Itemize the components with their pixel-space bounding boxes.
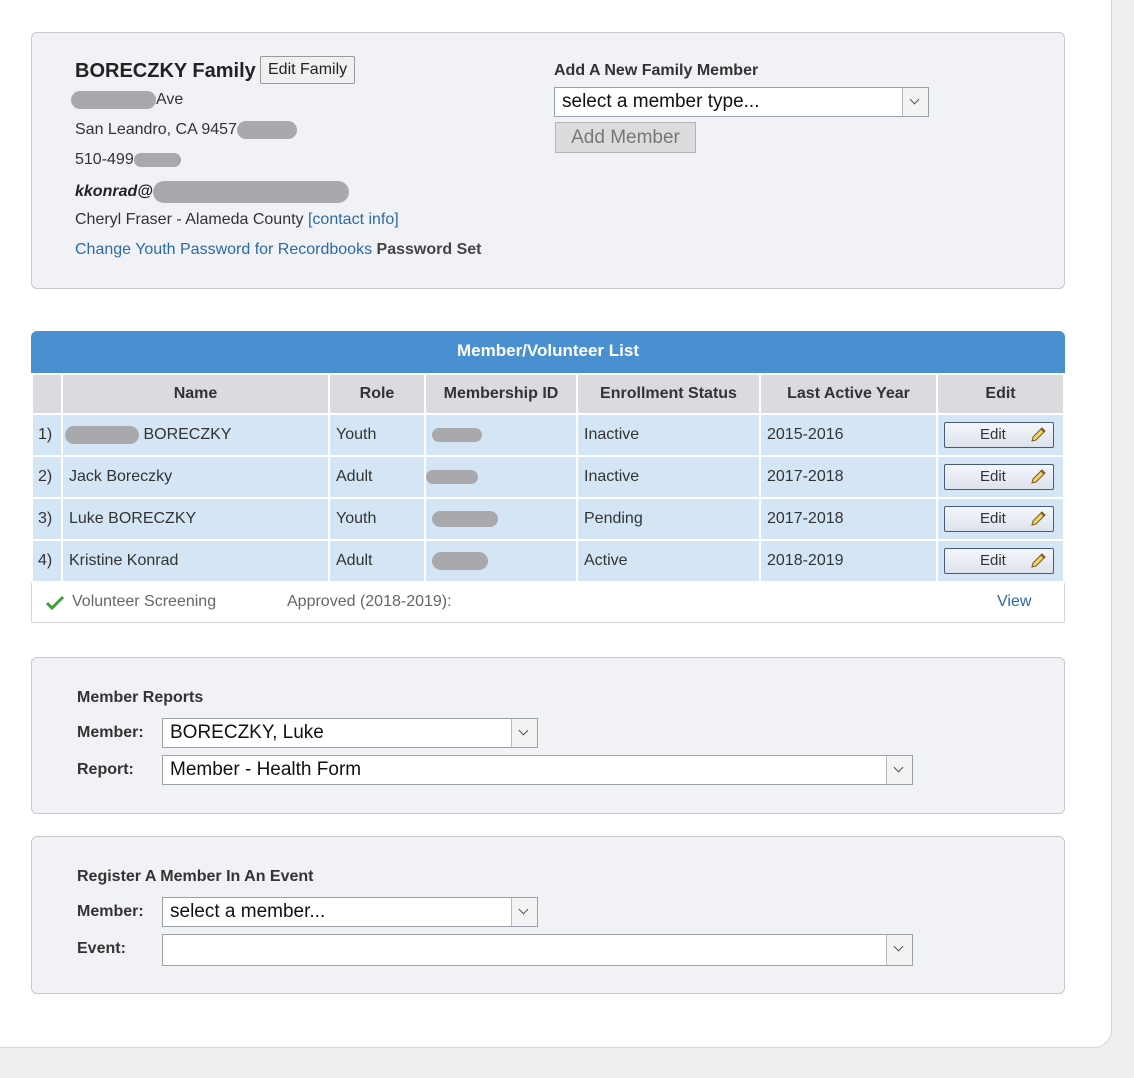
- enrollment-status: Pending: [576, 497, 761, 541]
- enrollment-status: Inactive: [576, 455, 761, 499]
- event-member-label: Member:: [77, 903, 144, 920]
- last-active-year: 2017-2018: [759, 455, 938, 499]
- edit-member-button[interactable]: Edit: [944, 506, 1054, 532]
- pencil-icon: [1031, 511, 1046, 526]
- enrollment-status: Active: [576, 539, 761, 583]
- event-event-label: Event:: [77, 940, 126, 957]
- redacted-id: [432, 551, 488, 570]
- volunteer-screening-label: Volunteer Screening: [72, 593, 217, 610]
- chevron-down-icon: [511, 719, 537, 747]
- column-header-name: Name: [61, 373, 330, 415]
- member-table: Name Role Membership ID Enrollment Statu…: [31, 373, 1065, 583]
- member-volunteer-list: Member/Volunteer List Name Role Membersh…: [31, 331, 1065, 623]
- redacted-phone: [133, 152, 181, 167]
- last-active-year: 2018-2019: [759, 539, 938, 583]
- table-row: 4) Kristine Konrad Adult Active 2018-201…: [31, 539, 1065, 583]
- redacted-zip: [236, 121, 297, 139]
- password-status: Password Set: [376, 241, 482, 258]
- last-active-year: 2015-2016: [759, 413, 938, 457]
- column-header-last-active-year: Last Active Year: [759, 373, 938, 415]
- volunteer-screening-status: Approved (2018-2019):: [287, 593, 452, 610]
- member-name: Jack Boreczky: [61, 455, 330, 499]
- table-row: 3) Luke BORECZKY Youth Pending 2017-2018…: [31, 497, 1065, 541]
- register-event-panel: Register A Member In An Event Member: se…: [31, 836, 1065, 994]
- pencil-icon: [1031, 469, 1046, 484]
- chevron-down-icon: [886, 935, 912, 965]
- volunteer-view-link[interactable]: View: [997, 593, 1031, 611]
- contact-info-link[interactable]: [contact info]: [308, 211, 399, 228]
- phone-line: 510-499: [75, 151, 181, 169]
- member-reports-title: Member Reports: [77, 689, 204, 706]
- member-name: Kristine Konrad: [61, 539, 330, 583]
- redacted-id: [432, 427, 482, 442]
- youth-password-line: Change Youth Password for Recordbooks Pa…: [75, 241, 481, 259]
- column-header-enrollment-status: Enrollment Status: [576, 373, 761, 415]
- event-member-select[interactable]: select a member...: [162, 897, 538, 927]
- family-panel: BORECZKY Family Edit Family Ave San Lean…: [31, 32, 1065, 289]
- member-role: Adult: [328, 455, 426, 499]
- membership-id: [424, 413, 578, 457]
- membership-id: [424, 497, 578, 541]
- edit-family-button[interactable]: Edit Family: [260, 56, 356, 84]
- member-type-select[interactable]: select a member type...: [554, 87, 929, 117]
- redacted-first-name: [65, 425, 139, 444]
- city-line: San Leandro, CA 9457: [75, 121, 297, 139]
- chevron-down-icon: [511, 898, 537, 926]
- pencil-icon: [1031, 427, 1046, 442]
- leader-line: Cheryl Fraser - Alameda County [contact …: [75, 211, 399, 228]
- member-reports-panel: Member Reports Member: BORECZKY, Luke Re…: [31, 657, 1065, 814]
- member-list-header: Member/Volunteer List: [31, 331, 1065, 373]
- column-header-role: Role: [328, 373, 426, 415]
- email-line: kkonrad@: [75, 181, 349, 203]
- register-event-title: Register A Member In An Event: [77, 868, 314, 885]
- redacted-street: [71, 91, 156, 109]
- change-youth-password-link[interactable]: Change Youth Password for Recordbooks: [75, 241, 372, 258]
- column-header-membership-id: Membership ID: [424, 373, 578, 415]
- edit-member-button[interactable]: Edit: [944, 548, 1054, 574]
- table-row: 2) Jack Boreczky Adult Inactive 2017-201…: [31, 455, 1065, 499]
- membership-id: [424, 455, 578, 499]
- report-select[interactable]: Member - Health Form: [162, 755, 913, 785]
- address-line: Ave: [71, 91, 183, 109]
- member-role: Youth: [328, 497, 426, 541]
- checkmark-icon: [46, 595, 64, 611]
- redacted-email: [152, 181, 349, 203]
- column-header-num: [31, 373, 63, 415]
- chevron-down-icon: [886, 756, 912, 784]
- add-member-button[interactable]: Add Member: [555, 122, 696, 153]
- add-member-label: Add A New Family Member: [554, 62, 759, 79]
- member-name: BORECZKY: [61, 413, 330, 457]
- reports-member-label: Member:: [77, 724, 144, 741]
- last-active-year: 2017-2018: [759, 497, 938, 541]
- reports-member-select[interactable]: BORECZKY, Luke: [162, 718, 538, 748]
- table-row: 1) BORECZKY Youth Inactive 2015-2016 Edi…: [31, 413, 1065, 457]
- event-select[interactable]: [162, 934, 913, 966]
- member-role: Youth: [328, 413, 426, 457]
- member-name: Luke BORECZKY: [61, 497, 330, 541]
- volunteer-screening-row: Volunteer Screening Approved (2018-2019)…: [31, 583, 1065, 623]
- membership-id: [424, 539, 578, 583]
- member-role: Adult: [328, 539, 426, 583]
- edit-member-button[interactable]: Edit: [944, 422, 1054, 448]
- edit-member-button[interactable]: Edit: [944, 464, 1054, 490]
- family-title: BORECZKY Family: [75, 60, 256, 82]
- redacted-id: [432, 510, 498, 527]
- column-header-edit: Edit: [936, 373, 1065, 415]
- enrollment-status: Inactive: [576, 413, 761, 457]
- redacted-id: [426, 469, 478, 484]
- reports-report-label: Report:: [77, 761, 134, 778]
- pencil-icon: [1031, 553, 1046, 568]
- chevron-down-icon: [902, 88, 928, 116]
